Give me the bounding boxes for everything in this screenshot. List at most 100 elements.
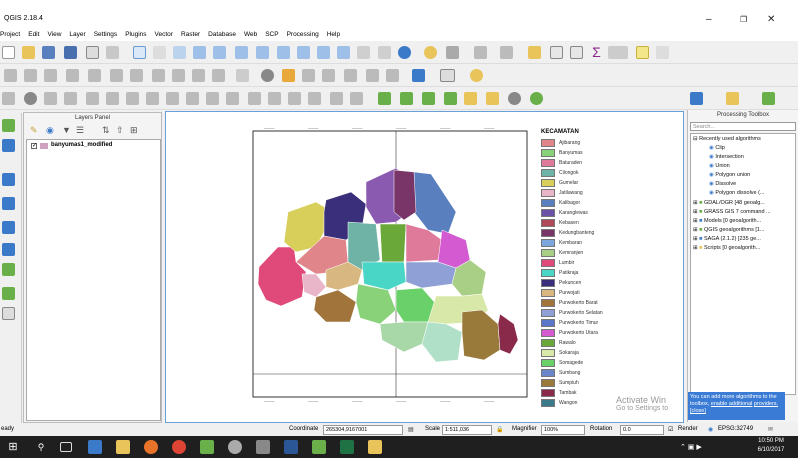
tree-item-polygon-dissolve[interactable]: ◉ Polygon dissolve (... <box>709 190 765 196</box>
python-console-icon[interactable] <box>470 69 483 82</box>
store-icon[interactable] <box>88 440 102 454</box>
excel-icon[interactable] <box>340 440 354 454</box>
zoom-out-icon[interactable] <box>213 46 226 59</box>
fill-ring-icon[interactable] <box>106 92 119 105</box>
raster-tool-icon[interactable] <box>530 92 543 105</box>
tray-icons[interactable]: ⌃ ▣ ▶ <box>680 443 702 451</box>
lock-scale-icon[interactable]: 🔒 <box>496 426 503 433</box>
layer-name[interactable]: banyumas1_modified <box>51 142 112 148</box>
chrome-icon[interactable] <box>172 440 186 454</box>
label-move-icon[interactable] <box>322 69 335 82</box>
new-map-view-icon[interactable] <box>357 46 370 59</box>
add-vector-icon[interactable] <box>2 119 15 132</box>
stretch-histogram-icon[interactable] <box>400 92 413 105</box>
menu-plugins[interactable]: Plugins <box>125 31 146 38</box>
statistics-icon[interactable] <box>570 46 583 59</box>
filter-legend-icon[interactable]: ☰ <box>76 125 84 136</box>
rotation-spinbox[interactable]: 0.0 <box>620 425 664 435</box>
add-feature-icon[interactable] <box>66 69 79 82</box>
camera-icon[interactable] <box>256 440 270 454</box>
simplify-icon[interactable] <box>44 92 57 105</box>
csw-icon[interactable] <box>440 69 455 82</box>
delete-ring-icon[interactable] <box>126 92 139 105</box>
select-features-icon[interactable] <box>446 46 459 59</box>
tree-node-saga[interactable]: ⊞ ■ SAGA (2.1.2) [235 ge... <box>693 236 761 242</box>
add-raster-icon[interactable] <box>2 139 15 152</box>
remove-layer-icon[interactable]: ⊞ <box>130 125 138 136</box>
zoom-in-icon[interactable] <box>193 46 206 59</box>
app-icon[interactable] <box>200 440 214 454</box>
tree-node-gdal[interactable]: ⊞ ■ GDAL/OGR [48 geoalg... <box>693 200 765 206</box>
zoom-full-icon[interactable] <box>256 46 269 59</box>
tool-icon[interactable] <box>228 440 242 454</box>
clock-time[interactable]: 10:50 PM <box>748 438 794 444</box>
crs-status[interactable]: EPSG:32749 <box>718 426 753 432</box>
add-part-icon[interactable] <box>86 92 99 105</box>
tree-node-grass[interactable]: ⊞ ■ GRASS GIS 7 command ... <box>693 209 771 215</box>
raster-info-icon[interactable] <box>508 92 521 105</box>
eye-icon[interactable]: ◉ <box>46 125 54 136</box>
add-wfs-icon[interactable] <box>2 287 15 300</box>
delete-part-icon[interactable] <box>146 92 159 105</box>
expand-all-icon[interactable]: ⇅ <box>102 125 110 136</box>
task-view-icon[interactable] <box>60 442 72 452</box>
current-edits-icon[interactable] <box>4 69 17 82</box>
delete-icon[interactable] <box>152 69 165 82</box>
new-shapefile-icon[interactable] <box>2 307 15 320</box>
save-as-icon[interactable] <box>64 46 77 59</box>
start-icon[interactable]: ⊞ <box>6 440 20 454</box>
histogram-icon[interactable] <box>378 92 391 105</box>
composer-manager-icon[interactable] <box>106 46 119 59</box>
save-project-icon[interactable] <box>42 46 55 59</box>
tree-item-dissolve[interactable]: ◉ Dissolve <box>709 181 736 187</box>
increase-contrast-icon[interactable] <box>464 92 477 105</box>
qgis-taskbar-icon[interactable] <box>312 440 326 454</box>
magnifier-spinbox[interactable]: 100% <box>541 425 585 435</box>
add-wcs-icon[interactable] <box>2 263 15 276</box>
style-icon[interactable] <box>261 69 274 82</box>
measure-icon[interactable] <box>608 46 628 59</box>
merge-features-icon[interactable] <box>248 92 261 105</box>
select-by-expression-icon[interactable] <box>474 46 487 59</box>
menu-scp[interactable]: SCP <box>265 31 278 38</box>
tree-item-intersection[interactable]: ◉ Intersection <box>709 154 744 160</box>
minimize-button[interactable]: – <box>706 14 712 25</box>
offset-curve-icon[interactable] <box>186 92 199 105</box>
label-tool-icon[interactable] <box>236 69 249 82</box>
cut-icon[interactable] <box>172 69 185 82</box>
menu-processing[interactable]: Processing <box>287 31 319 38</box>
menu-help[interactable]: Help <box>327 31 340 38</box>
menu-project[interactable]: Project <box>0 31 20 38</box>
menu-edit[interactable]: Edit <box>28 31 39 38</box>
snapping-icon[interactable] <box>330 92 343 105</box>
pan-to-selection-icon[interactable] <box>173 46 186 59</box>
filter-icon[interactable]: ▼ <box>62 125 71 135</box>
menu-raster[interactable]: Raster <box>181 31 200 38</box>
add-ring-icon[interactable] <box>64 92 77 105</box>
split-parts-icon[interactable] <box>226 92 239 105</box>
firefox-icon[interactable] <box>144 440 158 454</box>
layer-visibility-checkbox[interactable]: ✓ <box>31 143 37 149</box>
sum-icon[interactable]: Σ <box>590 44 603 60</box>
offset-point-icon[interactable] <box>308 92 321 105</box>
panel-toggle-icon[interactable] <box>690 92 703 105</box>
select-pointer-icon[interactable] <box>133 46 146 59</box>
decrease-brightness-icon[interactable] <box>444 92 457 105</box>
tip-close-link[interactable]: [close] <box>690 408 706 414</box>
crs-icon[interactable]: ◉ <box>708 426 713 433</box>
tip-link-enable[interactable]: enable additional <box>711 401 753 407</box>
word-icon[interactable] <box>284 440 298 454</box>
pan-map-icon[interactable] <box>153 46 166 59</box>
tree-node-qgis[interactable]: ⊞ ■ QGIS geoalgorithms [1... <box>693 227 765 233</box>
tree-node-models[interactable]: ⊞ ■ Models [0 geoalgorith... <box>693 218 761 224</box>
add-spatialite-icon[interactable] <box>2 197 15 210</box>
identify-icon[interactable] <box>424 46 437 59</box>
zoom-last-icon[interactable] <box>317 46 330 59</box>
menu-database[interactable]: Database <box>208 31 236 38</box>
split-features-icon[interactable] <box>206 92 219 105</box>
delete-selected-icon[interactable] <box>130 69 143 82</box>
collapse-all-icon[interactable]: ⇧ <box>116 125 124 136</box>
extra-tool-icon[interactable] <box>762 92 775 105</box>
open-attribute-table-icon[interactable] <box>528 46 541 59</box>
messages-icon[interactable]: ✉ <box>768 426 773 433</box>
